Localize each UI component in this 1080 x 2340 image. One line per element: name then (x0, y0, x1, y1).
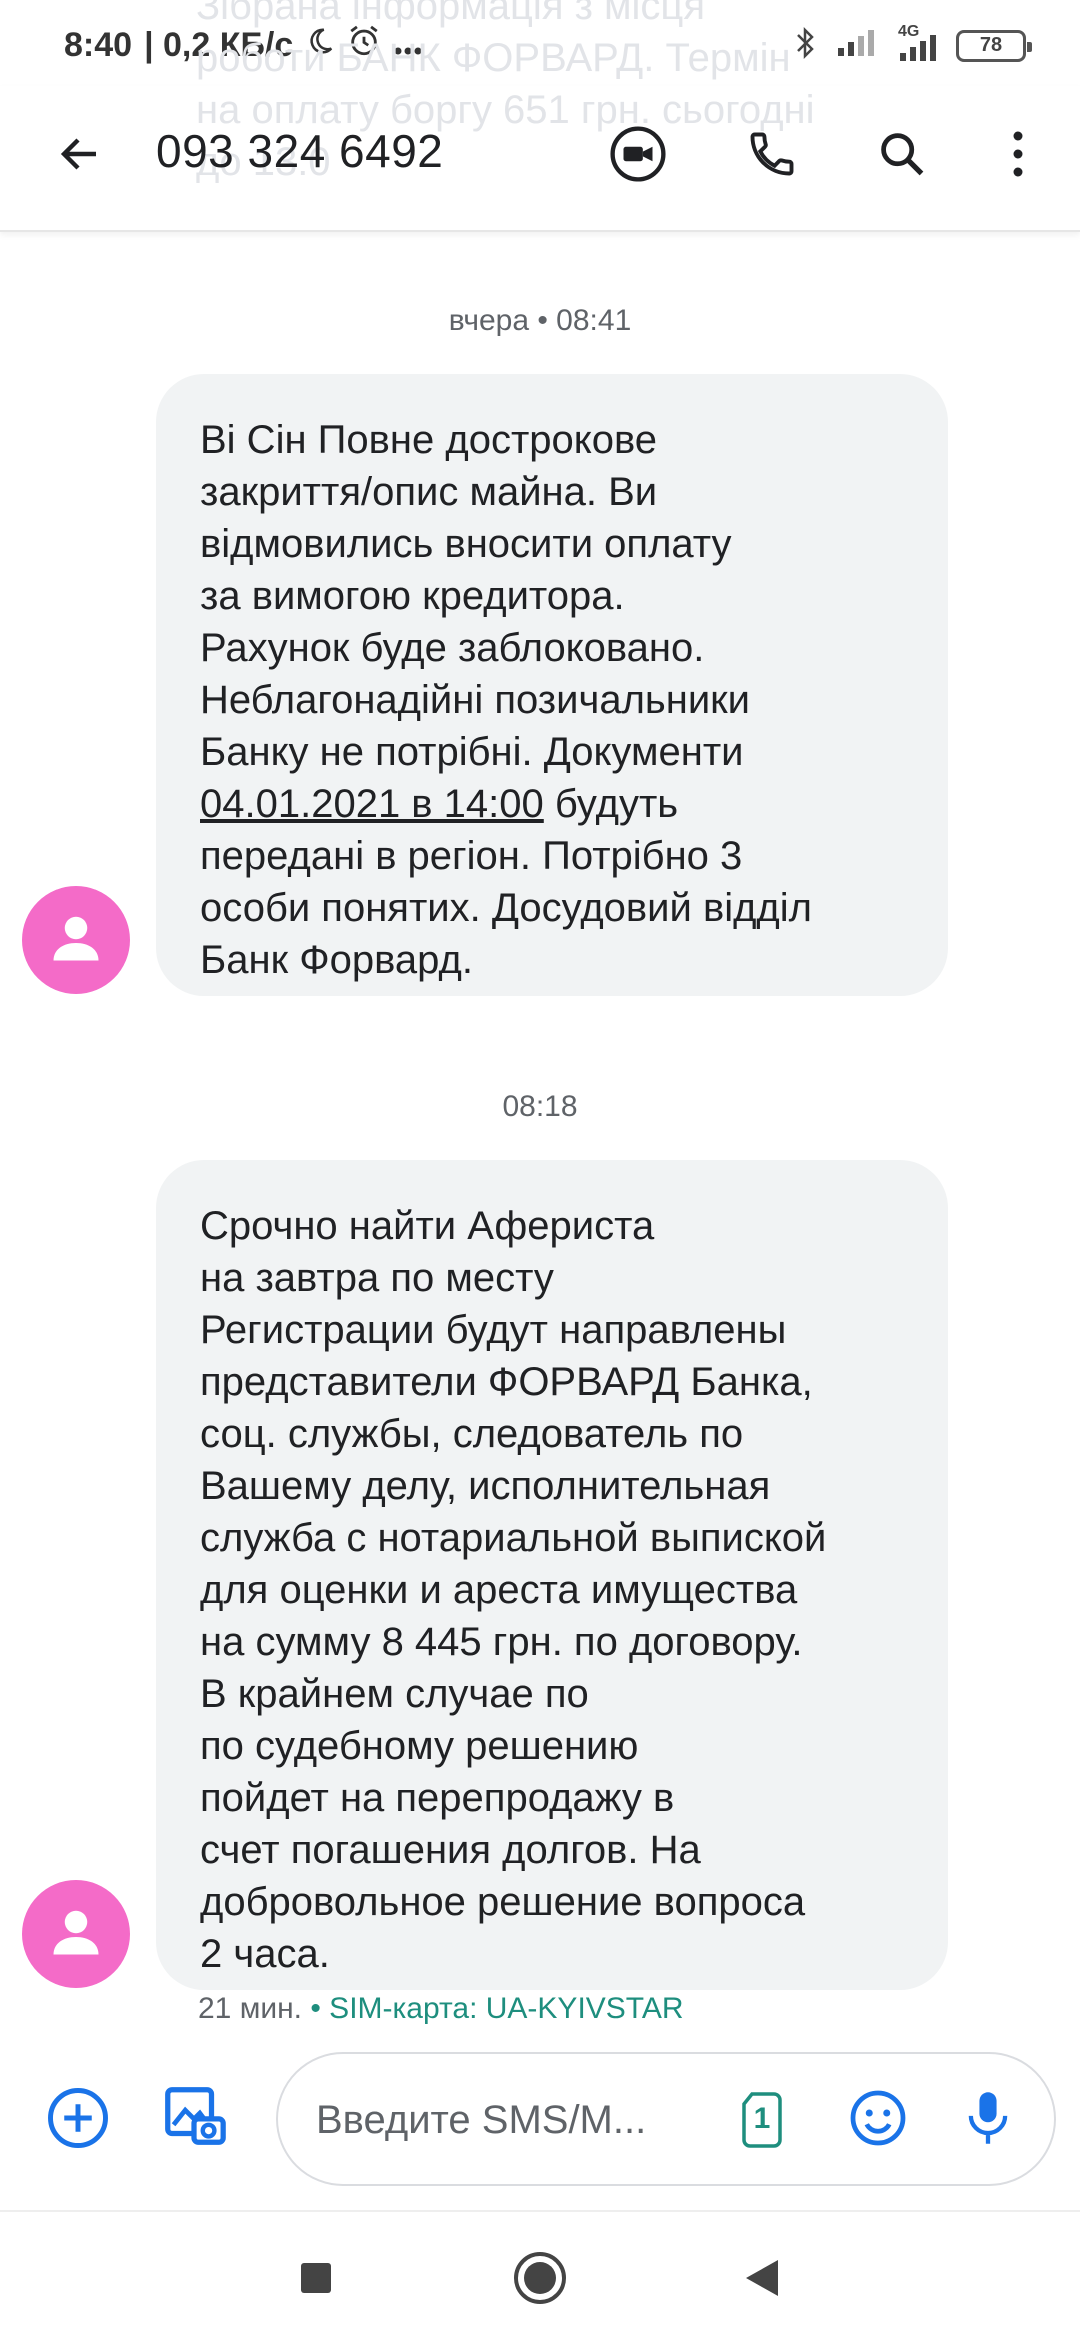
message-line: за вимогою кредитора. (200, 574, 625, 618)
date-link[interactable]: 04.01.2021 в 14:00 (200, 782, 544, 826)
message-bubble[interactable]: Ві Сін Повне дострокове закриття/опис ма… (156, 374, 948, 996)
conversation-title: 093 324 6492 (156, 125, 444, 177)
meta-time: 21 мин. (198, 1992, 302, 2025)
message-line: служба с нотариальной выпиской (200, 1516, 827, 1560)
emoji-button[interactable] (836, 2078, 920, 2162)
battery-icon: 78 (956, 29, 1032, 62)
add-circle-icon (45, 2085, 111, 2156)
recents-button[interactable] (284, 2248, 348, 2312)
message-line: Банк Форвард. (200, 938, 473, 982)
more-options-button[interactable] (976, 114, 1060, 198)
emoji-icon (848, 2088, 908, 2153)
voice-input-button[interactable] (946, 2078, 1030, 2162)
recents-icon (299, 2261, 333, 2300)
message-line: В крайнем случае по (200, 1672, 589, 1716)
more-vert-icon (1010, 128, 1026, 185)
mic-icon (962, 2088, 1014, 2153)
message-line: для оценки и ареста имущества (200, 1568, 798, 1612)
gallery-button[interactable] (152, 2076, 236, 2160)
search-icon (876, 128, 928, 185)
message-meta: 21 мин. • SIM-карта: UA-KYIVSTAR (198, 1992, 684, 2026)
sim-select-button[interactable]: 1 (720, 2078, 804, 2162)
message-line: добровольное решение вопроса (200, 1880, 806, 1924)
ghost-line: роботи БАНК ФОРВАРД. Термін (196, 36, 791, 80)
message-input[interactable] (316, 2090, 696, 2150)
attach-button[interactable] (36, 2078, 120, 2162)
message-line: відмовились вносити оплату (200, 522, 732, 566)
sim-badge: 1 (753, 2102, 771, 2135)
person-icon (46, 908, 106, 973)
navigation-bar (0, 2210, 1080, 2340)
link-suffix: будуть (543, 782, 679, 826)
meta-sim: • SIM-карта: UA-KYIVSTAR (310, 1992, 684, 2025)
search-button[interactable] (860, 114, 944, 198)
message-timestamp: вчера • 08:41 (448, 304, 632, 337)
battery-level: 78 (979, 34, 1003, 56)
message-line: Рахунок буде заблоковано. (200, 626, 705, 670)
back-button[interactable] (40, 116, 120, 196)
back-icon (742, 2257, 782, 2304)
message-timestamp: 08:18 (502, 1090, 578, 1123)
home-button[interactable] (508, 2248, 572, 2312)
composer: 1 (0, 2052, 1080, 2192)
call-button[interactable] (730, 114, 814, 198)
message-line: Банку не потрібні. Документи (200, 730, 744, 774)
message-line: передані в регіон. Потрібно 3 (200, 834, 743, 878)
video-call-icon (609, 125, 667, 188)
message-line: Регистрации будут направлены (200, 1308, 787, 1352)
message-line: Ві Сін Повне дострокове (200, 418, 657, 462)
message-line: особи понятих. Досудовий відділ (200, 886, 812, 930)
gallery-icon (159, 2081, 229, 2156)
message-line: закриття/опис майна. Ви (200, 470, 658, 514)
message-input-pill: 1 (276, 2052, 1056, 2186)
message-line: на сумму 8 445 грн. по договору. (200, 1620, 803, 1664)
person-icon (46, 1902, 106, 1967)
sender-avatar[interactable] (22, 1880, 130, 1988)
message-line: на завтра по месту (200, 1256, 554, 1300)
ghost-line: Зібрана інформація з місця (196, 0, 706, 28)
message-line: счет погашения долгов. На (200, 1828, 701, 1872)
message-line: Неблагонадійні позичальники (200, 678, 751, 722)
phone-icon (746, 128, 798, 185)
message-line: Срочно найти Афериста (200, 1204, 655, 1248)
back-arrow-icon (56, 130, 104, 183)
sim-1-icon: 1 (740, 2092, 784, 2148)
status-time: 8:40 (64, 26, 133, 64)
message-line: соц. службы, следователь по (200, 1412, 744, 1456)
app-bar: 093 324 6492 (0, 86, 1080, 232)
message-bubble[interactable]: Срочно найти Афериста на завтра по месту… (156, 1160, 948, 1990)
message-line: пойдет на перепродажу в (200, 1776, 675, 1820)
message-line: Вашему делу, исполнительная (200, 1464, 771, 1508)
message-line: 2 часа. (200, 1932, 330, 1976)
message-line: представители ФОРВАРД Банка, (200, 1360, 813, 1404)
message-line-with-link: 04.01.2021 в 14:00 будуть (200, 778, 908, 830)
back-nav-button[interactable] (730, 2248, 794, 2312)
home-icon (512, 2250, 568, 2311)
video-call-button[interactable] (596, 114, 680, 198)
sender-avatar[interactable] (22, 886, 130, 994)
message-line: по судебному решению (200, 1724, 639, 1768)
